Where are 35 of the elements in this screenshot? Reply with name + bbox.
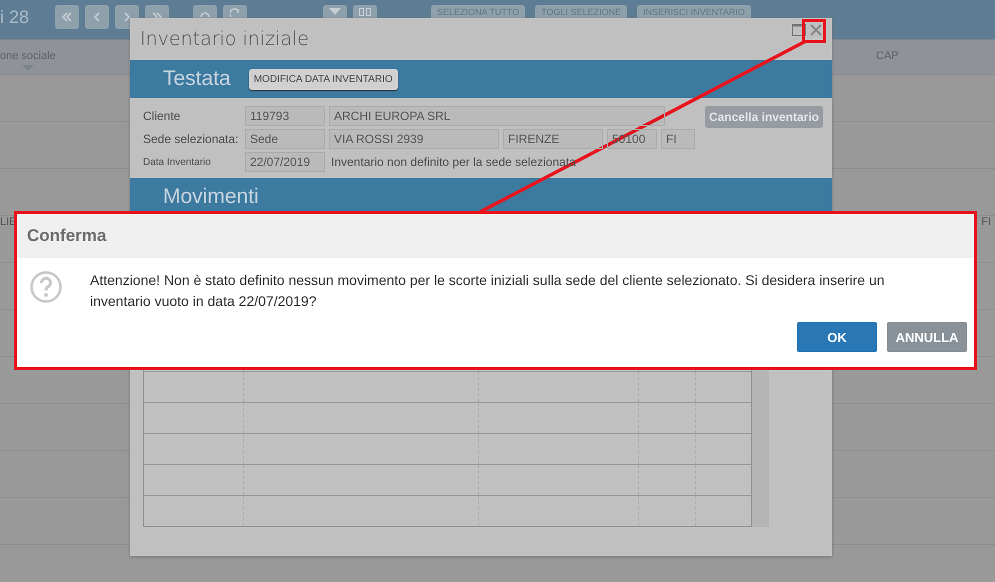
maximize-icon (792, 24, 806, 36)
section-title: Movimenti (163, 185, 259, 209)
toolbar-button[interactable] (85, 5, 110, 29)
cancel-button[interactable]: ANNULLA (887, 322, 967, 352)
chevron-left-icon (94, 12, 100, 22)
dialog-title: Conferma (27, 226, 106, 246)
columns-icon (359, 8, 372, 16)
input-field[interactable]: FIRENZE (503, 129, 603, 149)
question-icon (30, 271, 62, 303)
section-title: Testata (163, 67, 231, 91)
input-field[interactable]: 22/07/2019 (245, 152, 325, 172)
input-field[interactable]: 119793 (245, 106, 325, 126)
field-label: Data Inventario (143, 156, 212, 168)
edit-date-button[interactable]: MODIFICA DATA INVENTARIO (248, 68, 398, 90)
input-field[interactable]: FI (661, 129, 695, 149)
ok-button[interactable]: OK (797, 322, 877, 352)
field-label: Cliente (143, 109, 182, 123)
annotation-frame (802, 19, 826, 43)
input-field[interactable]: VIA ROSSI 2939 (329, 129, 499, 149)
input-field[interactable]: Sede (245, 129, 325, 149)
maximize-button[interactable] (792, 23, 806, 37)
input-field[interactable]: ARCHI EUROPA SRL (329, 106, 665, 126)
field-label: Sede selezionata: (143, 132, 240, 146)
refresh-icon (230, 8, 240, 17)
chevron-right-icon (124, 12, 130, 22)
close-icon (810, 24, 822, 36)
dialog-message: Attenzione! Non è stato definito nessun movimento per le scorte iniziali sulla sede del cliente selezionato. Si desidera inserire un inventario vuoto in data 22/07/2019? (90, 271, 886, 311)
toolbar-button[interactable] (55, 5, 80, 29)
double-chevron-left-icon (62, 12, 72, 22)
spreadsheet-icon (329, 8, 342, 15)
cancel-inventory-button: Cancella inventario (704, 106, 823, 128)
table-cell: FI (981, 216, 991, 228)
dialog-title: Inventario iniziale (140, 28, 310, 50)
page-label: i 28 (0, 7, 30, 27)
close-button[interactable] (810, 23, 822, 37)
